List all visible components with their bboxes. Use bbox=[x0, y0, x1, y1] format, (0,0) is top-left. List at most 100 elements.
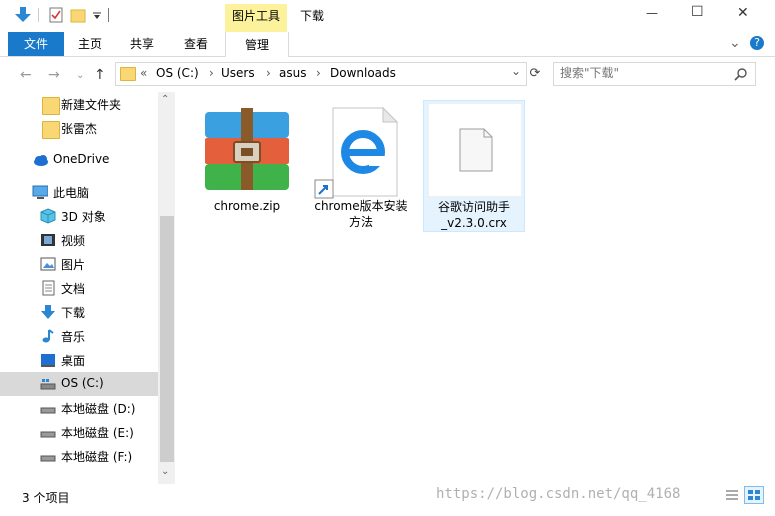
nav-item-label: 下载 bbox=[61, 306, 86, 320]
ribbon-tabs: 文件 主页 共享 查看 管理 ⌄ ? bbox=[0, 32, 775, 57]
nav-item-videos[interactable]: 视频 bbox=[0, 228, 158, 252]
nav-item-downloads[interactable]: 下载 bbox=[0, 300, 158, 324]
drive-icon bbox=[40, 379, 56, 390]
watermark: https://blog.csdn.net/qq_4168 bbox=[436, 486, 681, 502]
tab-home[interactable]: 主页 bbox=[68, 32, 112, 56]
picture-icon bbox=[40, 257, 56, 271]
nav-item-label: OS (C:) bbox=[61, 376, 104, 390]
new-folder-icon[interactable] bbox=[70, 7, 86, 23]
tab-share[interactable]: 共享 bbox=[120, 32, 164, 56]
nav-item-desktop[interactable]: 桌面 bbox=[0, 348, 158, 372]
tab-manage[interactable]: 管理 bbox=[225, 32, 289, 57]
computer-icon bbox=[32, 185, 48, 199]
nav-item-label: 图片 bbox=[61, 258, 86, 272]
back-arrow-icon[interactable]: ← bbox=[20, 67, 32, 83]
nav-item-music[interactable]: 音乐 bbox=[0, 324, 158, 348]
quick-access-dropdown-icon[interactable] bbox=[92, 12, 102, 20]
file-name: 谷歌访问助手_v2.3.0.crx bbox=[437, 200, 510, 230]
breadcrumb-separator[interactable]: › bbox=[266, 66, 271, 80]
forward-arrow-icon[interactable]: → bbox=[48, 67, 60, 83]
drive-icon bbox=[40, 455, 56, 462]
context-tab-title: 图片工具 bbox=[231, 9, 280, 23]
folder-icon bbox=[120, 67, 136, 81]
nav-item-onedrive[interactable]: OneDrive bbox=[0, 148, 158, 172]
address-overflow-chevron[interactable]: « bbox=[140, 66, 147, 80]
nav-item-drive-e[interactable]: 本地磁盘 (E:) bbox=[0, 420, 158, 444]
nav-item-label: 本地磁盘 (D:) bbox=[61, 402, 136, 416]
file-item[interactable]: chrome.zip bbox=[195, 100, 299, 220]
breadcrumb-separator[interactable]: › bbox=[316, 66, 321, 80]
nav-item-3d-objects[interactable]: 3D 对象 bbox=[0, 204, 158, 228]
drive-icon bbox=[40, 431, 56, 438]
nav-item-label: 张雷杰 bbox=[61, 122, 98, 136]
status-bar: 3 个项目 https://blog.csdn.net/qq_4168 bbox=[0, 484, 775, 516]
blank-file-icon bbox=[428, 103, 522, 197]
window-title: 下载 bbox=[300, 9, 325, 23]
nav-item-label: 新建文件夹 bbox=[61, 98, 122, 112]
file-name: chrome.zip bbox=[213, 199, 281, 213]
nav-item-label: 本地磁盘 (F:) bbox=[61, 450, 133, 464]
nav-item-label: 此电脑 bbox=[53, 186, 90, 200]
file-item[interactable]: chrome版本安装方法 bbox=[309, 100, 413, 230]
large-icons-view-icon[interactable] bbox=[744, 486, 764, 504]
properties-icon[interactable] bbox=[48, 6, 64, 24]
scroll-up-icon[interactable]: ⌃ bbox=[161, 94, 169, 105]
nav-item-documents[interactable]: 文档 bbox=[0, 276, 158, 300]
search-icon[interactable] bbox=[734, 67, 748, 81]
nav-item-this-pc[interactable]: 此电脑 bbox=[0, 180, 158, 204]
nav-item-drive-f[interactable]: 本地磁盘 (F:) bbox=[0, 444, 158, 468]
drive-icon bbox=[40, 407, 56, 414]
nav-item-pictures[interactable]: 图片 bbox=[0, 252, 158, 276]
help-icon[interactable]: ? bbox=[750, 36, 764, 50]
tab-file[interactable]: 文件 bbox=[8, 32, 64, 56]
title-bar: 图片工具 下载 — ☐ ✕ bbox=[0, 0, 775, 32]
maximize-button[interactable]: ☐ bbox=[691, 4, 704, 20]
nav-item-label: OneDrive bbox=[53, 152, 110, 166]
file-list: chrome.zip chrome版本安装方法 谷歌访问助手_v2.3.0.cr… bbox=[175, 92, 775, 484]
close-button[interactable]: ✕ bbox=[737, 5, 749, 21]
collapse-ribbon-icon[interactable]: ⌄ bbox=[729, 35, 741, 51]
details-view-icon[interactable] bbox=[724, 487, 740, 503]
recent-locations-icon[interactable]: ⌄ bbox=[76, 70, 84, 81]
cloud-icon bbox=[34, 155, 48, 166]
winrar-archive-icon bbox=[205, 108, 289, 190]
navigation-pane: 新建文件夹 张雷杰 OneDrive 此电脑 3D 对象 视频 图片 文档 下载… bbox=[0, 92, 174, 484]
document-icon bbox=[42, 280, 55, 296]
minimize-button[interactable]: — bbox=[646, 6, 658, 20]
tab-view[interactable]: 查看 bbox=[174, 32, 218, 56]
search-input[interactable] bbox=[560, 65, 730, 81]
file-name: chrome版本安装方法 bbox=[314, 199, 408, 229]
scroll-thumb[interactable] bbox=[160, 216, 174, 462]
item-count: 3 个项目 bbox=[22, 491, 70, 505]
refresh-icon[interactable]: ⟳ bbox=[526, 62, 544, 86]
nav-item-os-c[interactable]: OS (C:) bbox=[0, 372, 158, 396]
breadcrumb-asus[interactable]: asus bbox=[279, 66, 306, 80]
breadcrumb-separator[interactable]: › bbox=[209, 66, 214, 80]
edge-shortcut-icon bbox=[314, 106, 399, 199]
file-item-selected[interactable]: 谷歌访问助手_v2.3.0.crx bbox=[423, 100, 525, 232]
nav-item-label: 本地磁盘 (E:) bbox=[61, 426, 134, 440]
music-note-icon bbox=[42, 329, 54, 343]
download-arrow-icon bbox=[41, 305, 55, 319]
film-icon bbox=[41, 234, 55, 246]
address-bar[interactable]: « OS (C:) › Users › asus › Downloads ⌄ bbox=[115, 62, 527, 86]
search-box[interactable] bbox=[553, 62, 756, 86]
folder-icon bbox=[42, 121, 60, 139]
breadcrumb-os-c[interactable]: OS (C:) bbox=[156, 66, 199, 80]
nav-item-label: 3D 对象 bbox=[61, 210, 106, 224]
nav-item-drive-d[interactable]: 本地磁盘 (D:) bbox=[0, 396, 158, 420]
breadcrumb-downloads[interactable]: Downloads bbox=[330, 66, 396, 80]
up-arrow-icon[interactable]: ↑ bbox=[94, 67, 106, 83]
address-dropdown-icon[interactable]: ⌄ bbox=[511, 64, 521, 78]
nav-item-label: 桌面 bbox=[61, 354, 86, 368]
download-arrow-icon[interactable] bbox=[14, 6, 32, 24]
nav-item-label: 音乐 bbox=[61, 330, 86, 344]
scroll-down-icon[interactable]: ⌄ bbox=[161, 466, 169, 477]
nav-item-label: 视频 bbox=[61, 234, 86, 248]
breadcrumb-users[interactable]: Users bbox=[221, 66, 255, 80]
cube-icon bbox=[40, 208, 56, 224]
nav-item-zhangleijie[interactable]: 张雷杰 bbox=[0, 116, 158, 140]
folder-icon bbox=[42, 97, 60, 115]
desktop-icon bbox=[41, 354, 55, 367]
nav-item-new-folder[interactable]: 新建文件夹 bbox=[0, 92, 158, 116]
